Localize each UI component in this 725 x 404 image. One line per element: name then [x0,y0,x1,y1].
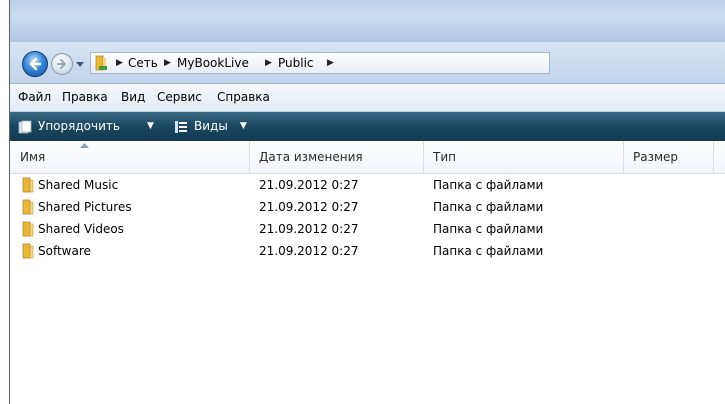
menu-edit[interactable]: Правка [62,84,108,111]
views-button[interactable]: Виды ▼ [172,112,262,141]
window-titlebar [10,0,725,42]
breadcrumb-network[interactable]: Сеть [128,53,158,73]
column-date-label: Дата изменения [259,150,363,164]
file-date: 21.09.2012 0:27 [259,200,359,214]
column-size[interactable]: Размер [624,141,714,173]
organize-label: Упорядочить [38,119,120,133]
column-name[interactable]: Имя [10,141,250,173]
column-type[interactable]: Тип [424,141,624,173]
file-name: Software [38,244,91,258]
breadcrumb-separator[interactable]: ▶ [327,53,334,73]
column-size-label: Размер [633,150,679,164]
file-name: Shared Pictures [38,200,132,214]
back-arrow-icon [29,57,42,71]
views-icon [175,121,187,133]
table-row[interactable]: Software 21.09.2012 0:27 Папка с файлами [10,240,725,262]
explorer-window: ▶ Сеть ▶ MyBookLive ▶ Public ▶ Файл Прав… [9,0,725,404]
organize-icon [18,120,32,134]
command-bar: Упорядочить ▼ Виды ▼ [10,112,725,141]
file-type: Папка с файлами [433,200,544,214]
breadcrumb-separator[interactable]: ▶ [265,53,272,73]
address-bar: ▶ Сеть ▶ MyBookLive ▶ Public ▶ [10,42,725,84]
table-row[interactable]: Shared Pictures 21.09.2012 0:27 Папка с … [10,196,725,218]
file-date: 21.09.2012 0:27 [259,178,359,192]
file-date: 21.09.2012 0:27 [259,244,359,258]
file-type: Папка с файлами [433,222,544,236]
chevron-down-icon: ▼ [147,121,154,131]
chevron-down-icon: ▼ [240,121,247,131]
menu-help[interactable]: Справка [217,84,270,111]
forward-button[interactable] [51,53,73,75]
folder-icon [22,243,34,259]
file-date: 21.09.2012 0:27 [259,222,359,236]
file-type: Папка с файлами [433,178,544,192]
menu-bar: Файл Правка Вид Сервис Справка [10,84,725,112]
menu-view[interactable]: Вид [121,84,145,111]
column-name-label: Имя [20,150,46,164]
file-name: Shared Music [38,178,119,192]
network-folder-icon [95,55,107,71]
breadcrumb-separator[interactable]: ▶ [164,53,171,73]
folder-icon [22,221,34,237]
menu-tools[interactable]: Сервис [157,84,202,111]
column-date[interactable]: Дата изменения [250,141,424,173]
file-name: Shared Videos [38,222,124,236]
forward-arrow-icon [57,59,66,69]
table-row[interactable]: Shared Music 21.09.2012 0:27 Папка с фай… [10,174,725,196]
table-row[interactable]: Shared Videos 21.09.2012 0:27 Папка с фа… [10,218,725,240]
back-button[interactable] [22,51,48,77]
breadcrumb-mybooklive[interactable]: MyBookLive [177,53,249,73]
organize-button[interactable]: Упорядочить ▼ [14,112,164,141]
views-label: Виды [194,119,228,133]
folder-icon [22,177,34,193]
breadcrumb[interactable]: ▶ Сеть ▶ MyBookLive ▶ Public ▶ [90,52,550,74]
breadcrumb-public[interactable]: Public [278,53,314,73]
sort-ascending-icon [80,143,89,148]
file-type: Папка с файлами [433,244,544,258]
column-header: Имя Дата изменения Тип Размер [10,141,725,174]
column-type-label: Тип [433,150,456,164]
folder-icon [22,199,34,215]
recent-pages-dropdown[interactable] [75,59,85,69]
breadcrumb-separator[interactable]: ▶ [116,53,123,73]
menu-file[interactable]: Файл [18,84,51,111]
